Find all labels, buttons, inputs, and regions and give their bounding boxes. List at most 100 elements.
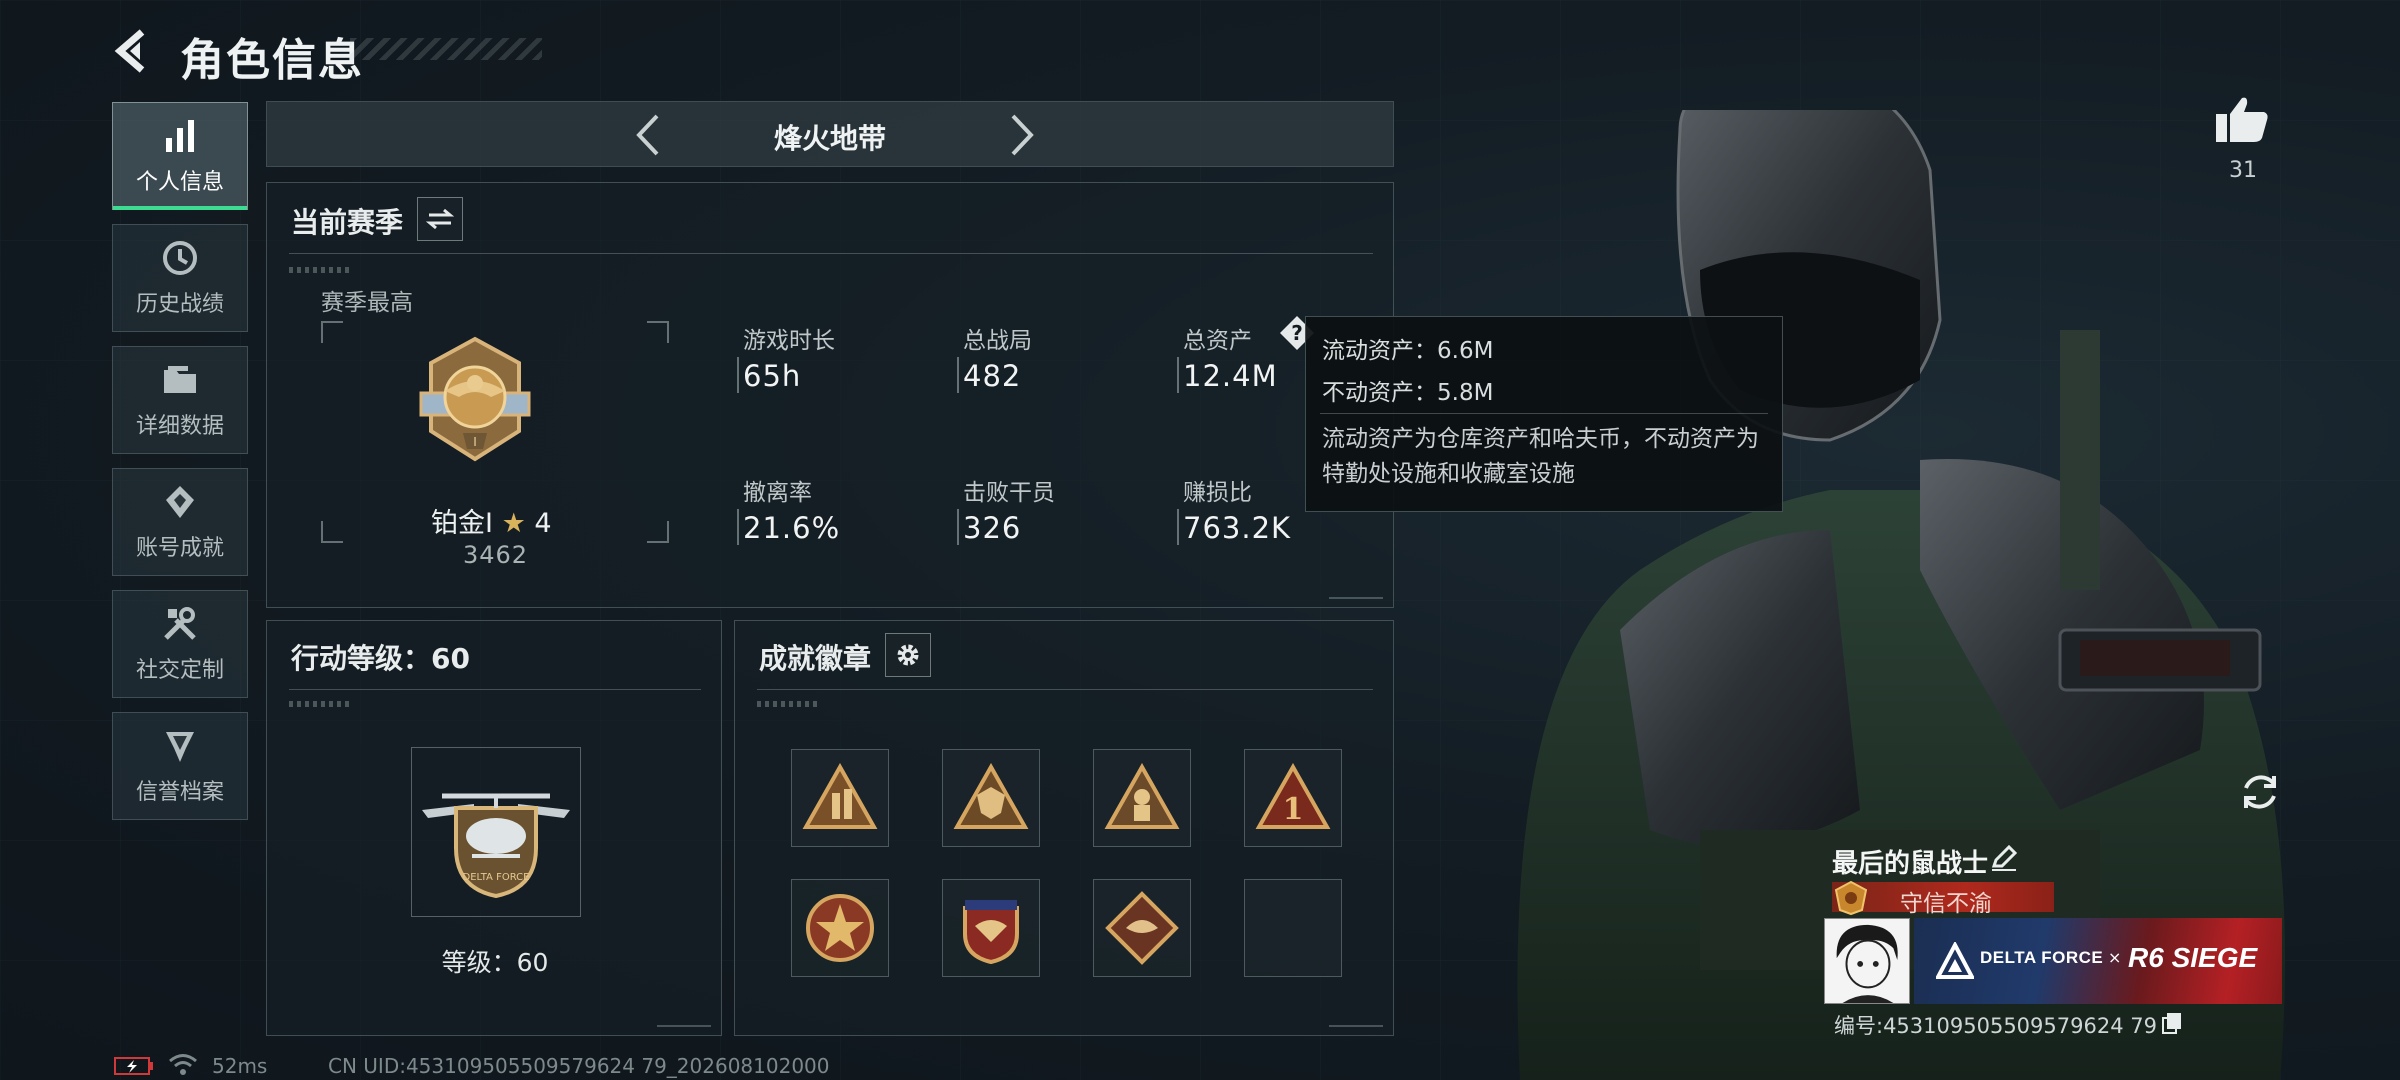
stat-tick <box>1177 509 1179 545</box>
stat-tick <box>1177 357 1179 393</box>
tools-icon <box>164 607 196 640</box>
winged-crest-badge-icon <box>963 900 1019 965</box>
panel-corner-decoration <box>1329 1017 1383 1027</box>
badge-slot-5[interactable] <box>791 879 889 977</box>
season-title: 当前赛季 <box>291 206 404 239</box>
tick-decoration <box>289 701 349 707</box>
tooltip-liquid-assets: 流动资产：6.6M <box>1322 338 1494 364</box>
number-one-badge-icon: 1 <box>1255 763 1331 829</box>
back-arrow-icon[interactable] <box>108 26 158 76</box>
title-decoration <box>350 38 542 60</box>
season-panel: 当前赛季 赛季最高 I 铂金I ★ 4 3462 游戏时长 65h 总战局 48… <box>266 182 1394 608</box>
badge-settings-button[interactable] <box>885 633 931 677</box>
eagle-diamond-badge-icon <box>1105 891 1179 965</box>
achievements-title: 成就徽章 <box>759 642 872 675</box>
stat-label-total-matches: 总战局 <box>963 328 1032 354</box>
stat-value-total-assets: 12.4M <box>1183 359 1278 393</box>
tick-decoration <box>289 267 349 273</box>
badge-slot-empty[interactable] <box>1244 879 1342 977</box>
sidebar-item-label: 社交定制 <box>135 658 224 683</box>
sidebar-item-reputation[interactable]: 信誉档案 <box>112 712 248 820</box>
svg-text:DELTA FORCE: DELTA FORCE <box>463 872 530 883</box>
frame-corner <box>647 321 669 343</box>
honor-title: 守信不渝 <box>1900 891 1992 917</box>
honor-emblem-icon <box>1834 880 1868 916</box>
sidebar-item-history[interactable]: 历史战绩 <box>112 224 248 332</box>
helicopter-level-emblem: DELTA FORCE <box>422 793 570 899</box>
level-emblem-frame: DELTA FORCE <box>411 747 581 917</box>
badge-slot-1[interactable] <box>791 749 889 847</box>
stat-tick <box>957 357 959 393</box>
badge-slot-7[interactable] <box>1093 879 1191 977</box>
collab-banner: DELTA FORCE × R6 SIEGE <box>1914 918 2282 1004</box>
star-emblem-badge-icon <box>806 894 874 962</box>
tooltip-description: 流动资产为仓库资产和哈夫币，不动资产为特勤处设施和收藏室设施 <box>1322 426 1759 487</box>
svg-text:1: 1 <box>1283 792 1304 827</box>
stat-value-profit-ratio: 763.2K <box>1183 511 1292 545</box>
sidebar-item-detailed-data[interactable]: 详细数据 <box>112 346 248 454</box>
avatar[interactable] <box>1824 918 1910 1004</box>
swap-arrows-icon <box>426 208 454 230</box>
banner-r6-siege: R6 SIEGE <box>2128 942 2258 973</box>
player-name: 最后的鼠战士 <box>1832 849 1989 879</box>
stat-value-extraction-rate: 21.6% <box>743 511 841 545</box>
star-icon: ★ <box>501 508 526 539</box>
banner-cross: × <box>2108 948 2122 967</box>
operator-badge-icon <box>1104 763 1180 829</box>
season-divider <box>289 253 1373 254</box>
badge-slot-3[interactable] <box>1093 749 1191 847</box>
edit-pencil-icon[interactable] <box>1990 844 2018 872</box>
frame-corner <box>321 521 343 543</box>
tooltip-fixed-assets: 不动资产：5.8M <box>1322 380 1494 406</box>
panel-corner-decoration <box>657 1017 711 1027</box>
bar-chart-icon <box>166 120 194 152</box>
badge-slot-6[interactable] <box>942 879 1040 977</box>
sidebar-item-label: 历史战绩 <box>135 292 224 317</box>
reputation-icon <box>166 732 194 762</box>
tooltip-divider <box>1320 413 1768 414</box>
sidebar-item-label: 个人信息 <box>135 170 224 195</box>
copy-icon[interactable] <box>2160 1011 2184 1035</box>
stat-label-operators-defeated: 击败干员 <box>963 480 1055 506</box>
thumbs-up-icon[interactable] <box>2214 94 2270 144</box>
sidebar-item-label: 信誉档案 <box>135 780 224 805</box>
action-level-divider <box>289 689 701 690</box>
season-best-label: 赛季最高 <box>321 290 413 316</box>
switch-season-button[interactable] <box>417 197 463 241</box>
stat-tick <box>737 509 739 545</box>
achievements-divider <box>757 689 1373 690</box>
folder-icon <box>164 366 196 393</box>
refresh-icon[interactable] <box>2236 768 2284 816</box>
battery-charging-icon <box>114 1057 153 1075</box>
like-count: 31 <box>2229 158 2257 183</box>
next-mode-arrow-icon[interactable] <box>997 112 1043 158</box>
stat-tick <box>737 357 739 393</box>
gear-icon <box>897 644 919 666</box>
mode-title: 烽火地带 <box>773 122 886 155</box>
wifi-icon <box>169 1054 197 1075</box>
action-level-panel: 行动等级：60 DELTA FORCE 等级：60 <box>266 620 722 1036</box>
badge-slot-4[interactable]: 1 <box>1244 749 1342 847</box>
achievement-badges-panel: 成就徽章 1 <box>734 620 1394 1036</box>
assets-tooltip: 流动资产：6.6M 不动资产：5.8M 流动资产为仓库资产和哈夫币，不动资产为特… <box>1305 316 1783 512</box>
stat-value-operators-defeated: 326 <box>963 511 1022 545</box>
page-title: 角色信息 <box>180 35 364 86</box>
delta-force-logo-icon <box>1936 942 1974 979</box>
history-clock-icon <box>163 241 197 275</box>
rank-stars: 4 <box>534 508 552 539</box>
network-ping: 52ms <box>212 1054 268 1078</box>
stat-value-playtime: 65h <box>743 359 802 393</box>
sidebar-item-achievements[interactable]: 账号成就 <box>112 468 248 576</box>
svg-text:?: ? <box>1291 321 1303 345</box>
sidebar-item-personal-info[interactable]: 个人信息 <box>112 102 248 210</box>
achievement-icon <box>166 486 194 518</box>
frame-corner <box>321 321 343 343</box>
stat-value-total-matches: 482 <box>963 359 1022 393</box>
soldiers-badge-icon <box>802 763 878 829</box>
badge-slot-2[interactable] <box>942 749 1040 847</box>
sidebar-item-social[interactable]: 社交定制 <box>112 590 248 698</box>
stat-label-total-assets: 总资产 <box>1183 328 1252 354</box>
tick-decoration <box>757 701 817 707</box>
mode-selector: 烽火地带 <box>266 101 1394 167</box>
rank-name-row: 铂金I ★ 4 <box>431 501 552 540</box>
